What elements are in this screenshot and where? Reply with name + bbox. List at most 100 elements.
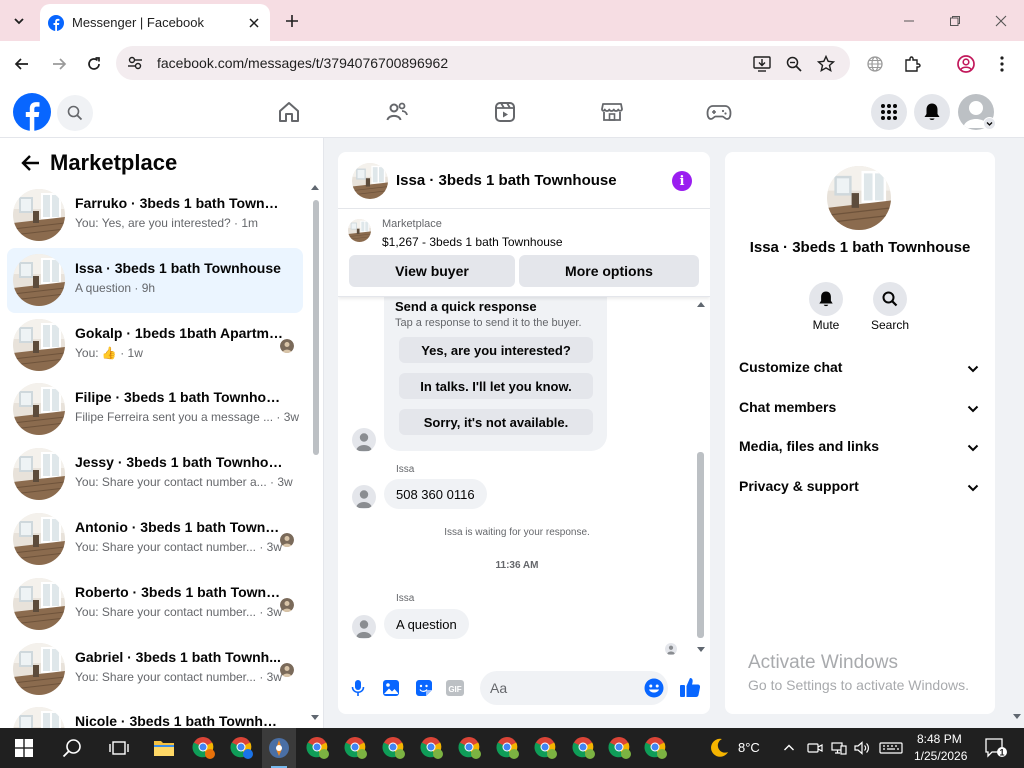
info-icon[interactable]: i xyxy=(672,171,692,191)
more-options-button[interactable]: More options xyxy=(519,255,699,287)
account-chevron-down-icon[interactable] xyxy=(983,117,996,130)
profile-account-icon[interactable] xyxy=(953,51,979,77)
chat-list-item[interactable]: Nicole · 3beds 1 bath Townhouse xyxy=(7,701,303,728)
show-hidden-icons-chevron-up-icon[interactable] xyxy=(775,732,803,764)
facebook-search-icon[interactable] xyxy=(57,95,93,131)
chat-list-item[interactable]: Antonio · 3beds 1 bath Townh... You: Shar… xyxy=(7,507,303,572)
chrome-profile-icon[interactable] xyxy=(416,732,448,764)
address-bar[interactable]: facebook.com/messages/t/3794076700896962 xyxy=(116,46,850,80)
chrome-profile-icon[interactable] xyxy=(604,732,636,764)
gif-icon[interactable]: GIF xyxy=(444,677,466,699)
network-tray-icon[interactable] xyxy=(831,740,847,756)
facebook-logo-icon[interactable] xyxy=(13,93,51,131)
notification-center-icon[interactable]: 1 xyxy=(980,732,1012,764)
message-bubble[interactable]: 508 360 0116 xyxy=(384,479,487,509)
forward-arrow-icon[interactable] xyxy=(46,51,72,77)
chrome-profile-icon[interactable] xyxy=(340,732,372,764)
chrome-profile-icon[interactable] xyxy=(454,732,486,764)
quick-response-option[interactable]: Yes, are you interested? xyxy=(399,337,593,363)
task-view-icon[interactable] xyxy=(103,732,135,764)
scroll-down-arrow-icon[interactable] xyxy=(311,715,319,720)
weather-moon-icon[interactable] xyxy=(703,732,735,764)
weather-temperature[interactable]: 8°C xyxy=(738,740,760,755)
browser-menu-kebab-icon[interactable] xyxy=(989,51,1015,77)
tab-close-icon[interactable] xyxy=(244,13,264,33)
search-label[interactable]: Search xyxy=(860,318,920,332)
chat-list-item[interactable]: Jessy · 3beds 1 bath Townhouse You: Share… xyxy=(7,442,303,507)
keyboard-tray-icon[interactable] xyxy=(879,740,903,756)
like-thumbs-up-icon[interactable] xyxy=(678,675,702,699)
chrome-profile-icon[interactable] xyxy=(302,732,334,764)
listing-small-thumbnail[interactable] xyxy=(348,219,371,242)
chrome-profile-active-icon[interactable] xyxy=(263,732,295,764)
chrome-profile-icon[interactable] xyxy=(378,732,410,764)
scroll-up-arrow-icon[interactable] xyxy=(697,302,705,307)
home-nav-icon[interactable] xyxy=(275,99,303,125)
message-thread-scrollbar[interactable] xyxy=(697,452,704,638)
media-files-links-section[interactable]: Media, files and links xyxy=(725,428,995,466)
chrome-profile-icon[interactable] xyxy=(640,732,672,764)
listing-thumbnail[interactable] xyxy=(352,163,388,199)
photo-icon[interactable] xyxy=(380,677,402,699)
chat-members-section[interactable]: Chat members xyxy=(725,389,995,427)
taskbar-clock-date[interactable]: 1/25/2026 xyxy=(914,749,967,763)
microphone-icon[interactable] xyxy=(347,677,369,699)
chat-list-item[interactable]: Filipe · 3beds 1 bath Townhouse Filipe Fe… xyxy=(7,377,303,442)
apps-menu-icon[interactable] xyxy=(871,94,907,130)
chat-list-scrollbar[interactable] xyxy=(313,200,319,455)
sender-avatar[interactable] xyxy=(352,428,376,452)
view-buyer-button[interactable]: View buyer xyxy=(349,255,515,287)
camera-tray-icon[interactable] xyxy=(807,740,823,756)
windows-start-icon[interactable] xyxy=(8,732,40,764)
sender-avatar[interactable] xyxy=(352,485,376,509)
listing-large-thumbnail[interactable] xyxy=(827,166,891,230)
privacy-support-section[interactable]: Privacy & support xyxy=(725,468,995,506)
gaming-nav-icon[interactable] xyxy=(705,99,733,125)
video-nav-icon[interactable] xyxy=(491,99,519,125)
message-bubble[interactable]: A question xyxy=(384,609,469,639)
emoji-smile-icon[interactable] xyxy=(644,678,664,698)
restore-window-icon[interactable] xyxy=(942,8,968,34)
close-window-icon[interactable] xyxy=(988,8,1014,34)
scroll-up-arrow-icon[interactable] xyxy=(311,185,319,190)
sender-avatar[interactable] xyxy=(352,615,376,639)
chrome-profile-icon[interactable] xyxy=(530,732,562,764)
quick-response-option[interactable]: Sorry, it's not available. xyxy=(399,409,593,435)
chat-list-item[interactable]: Roberto · 3beds 1 bath Townh... You: Shar… xyxy=(7,572,303,637)
browser-tab-messenger[interactable]: Messenger | Facebook xyxy=(40,4,270,41)
url-text[interactable]: facebook.com/messages/t/3794076700896962 xyxy=(157,55,448,71)
install-app-icon[interactable] xyxy=(752,54,772,74)
chat-list-item[interactable]: Gokalp · 1beds 1bath Apartma... You: 👍 · … xyxy=(7,313,303,378)
zoom-icon[interactable] xyxy=(784,54,804,74)
message-input[interactable] xyxy=(480,671,668,705)
taskbar-search-icon[interactable] xyxy=(56,732,88,764)
sticker-icon[interactable] xyxy=(413,677,435,699)
new-tab-plus-icon[interactable] xyxy=(281,10,303,32)
site-info-icon[interactable] xyxy=(126,54,144,72)
chat-list-item[interactable]: Issa · 3beds 1 bath Townhouse A question … xyxy=(7,247,303,313)
minimize-window-icon[interactable] xyxy=(896,8,922,34)
friends-nav-icon[interactable] xyxy=(383,99,411,125)
mute-bell-icon[interactable] xyxy=(809,282,843,316)
extensions-puzzle-icon[interactable] xyxy=(899,51,925,77)
chrome-profile-icon[interactable] xyxy=(492,732,524,764)
notifications-bell-icon[interactable] xyxy=(914,94,950,130)
customize-chat-section[interactable]: Customize chat xyxy=(725,349,995,387)
reload-icon[interactable] xyxy=(81,51,107,77)
chat-list-item[interactable]: Farruko · 3beds 1 bath Townhouse You: Yes… xyxy=(7,183,303,248)
back-arrow-icon[interactable] xyxy=(18,151,42,175)
marketplace-nav-icon[interactable] xyxy=(598,99,626,125)
chrome-profile-icon[interactable] xyxy=(226,732,258,764)
chat-list-item[interactable]: Gabriel · 3beds 1 bath Townh... You: Shar… xyxy=(7,637,303,702)
chrome-profile-icon[interactable] xyxy=(568,732,600,764)
extension-globe-icon[interactable] xyxy=(862,51,888,77)
chrome-profile-icon[interactable] xyxy=(188,732,220,764)
conversation-title[interactable]: Issa · 3beds 1 bath Townhouse xyxy=(396,172,617,189)
scroll-down-arrow-icon[interactable] xyxy=(697,647,705,652)
file-explorer-icon[interactable] xyxy=(148,732,180,764)
quick-response-option[interactable]: In talks. I'll let you know. xyxy=(399,373,593,399)
page-scroll-down-arrow-icon[interactable] xyxy=(1013,714,1021,719)
volume-speaker-icon[interactable] xyxy=(854,740,870,756)
mute-label[interactable]: Mute xyxy=(796,318,856,332)
taskbar-clock-time[interactable]: 8:48 PM xyxy=(917,732,962,746)
